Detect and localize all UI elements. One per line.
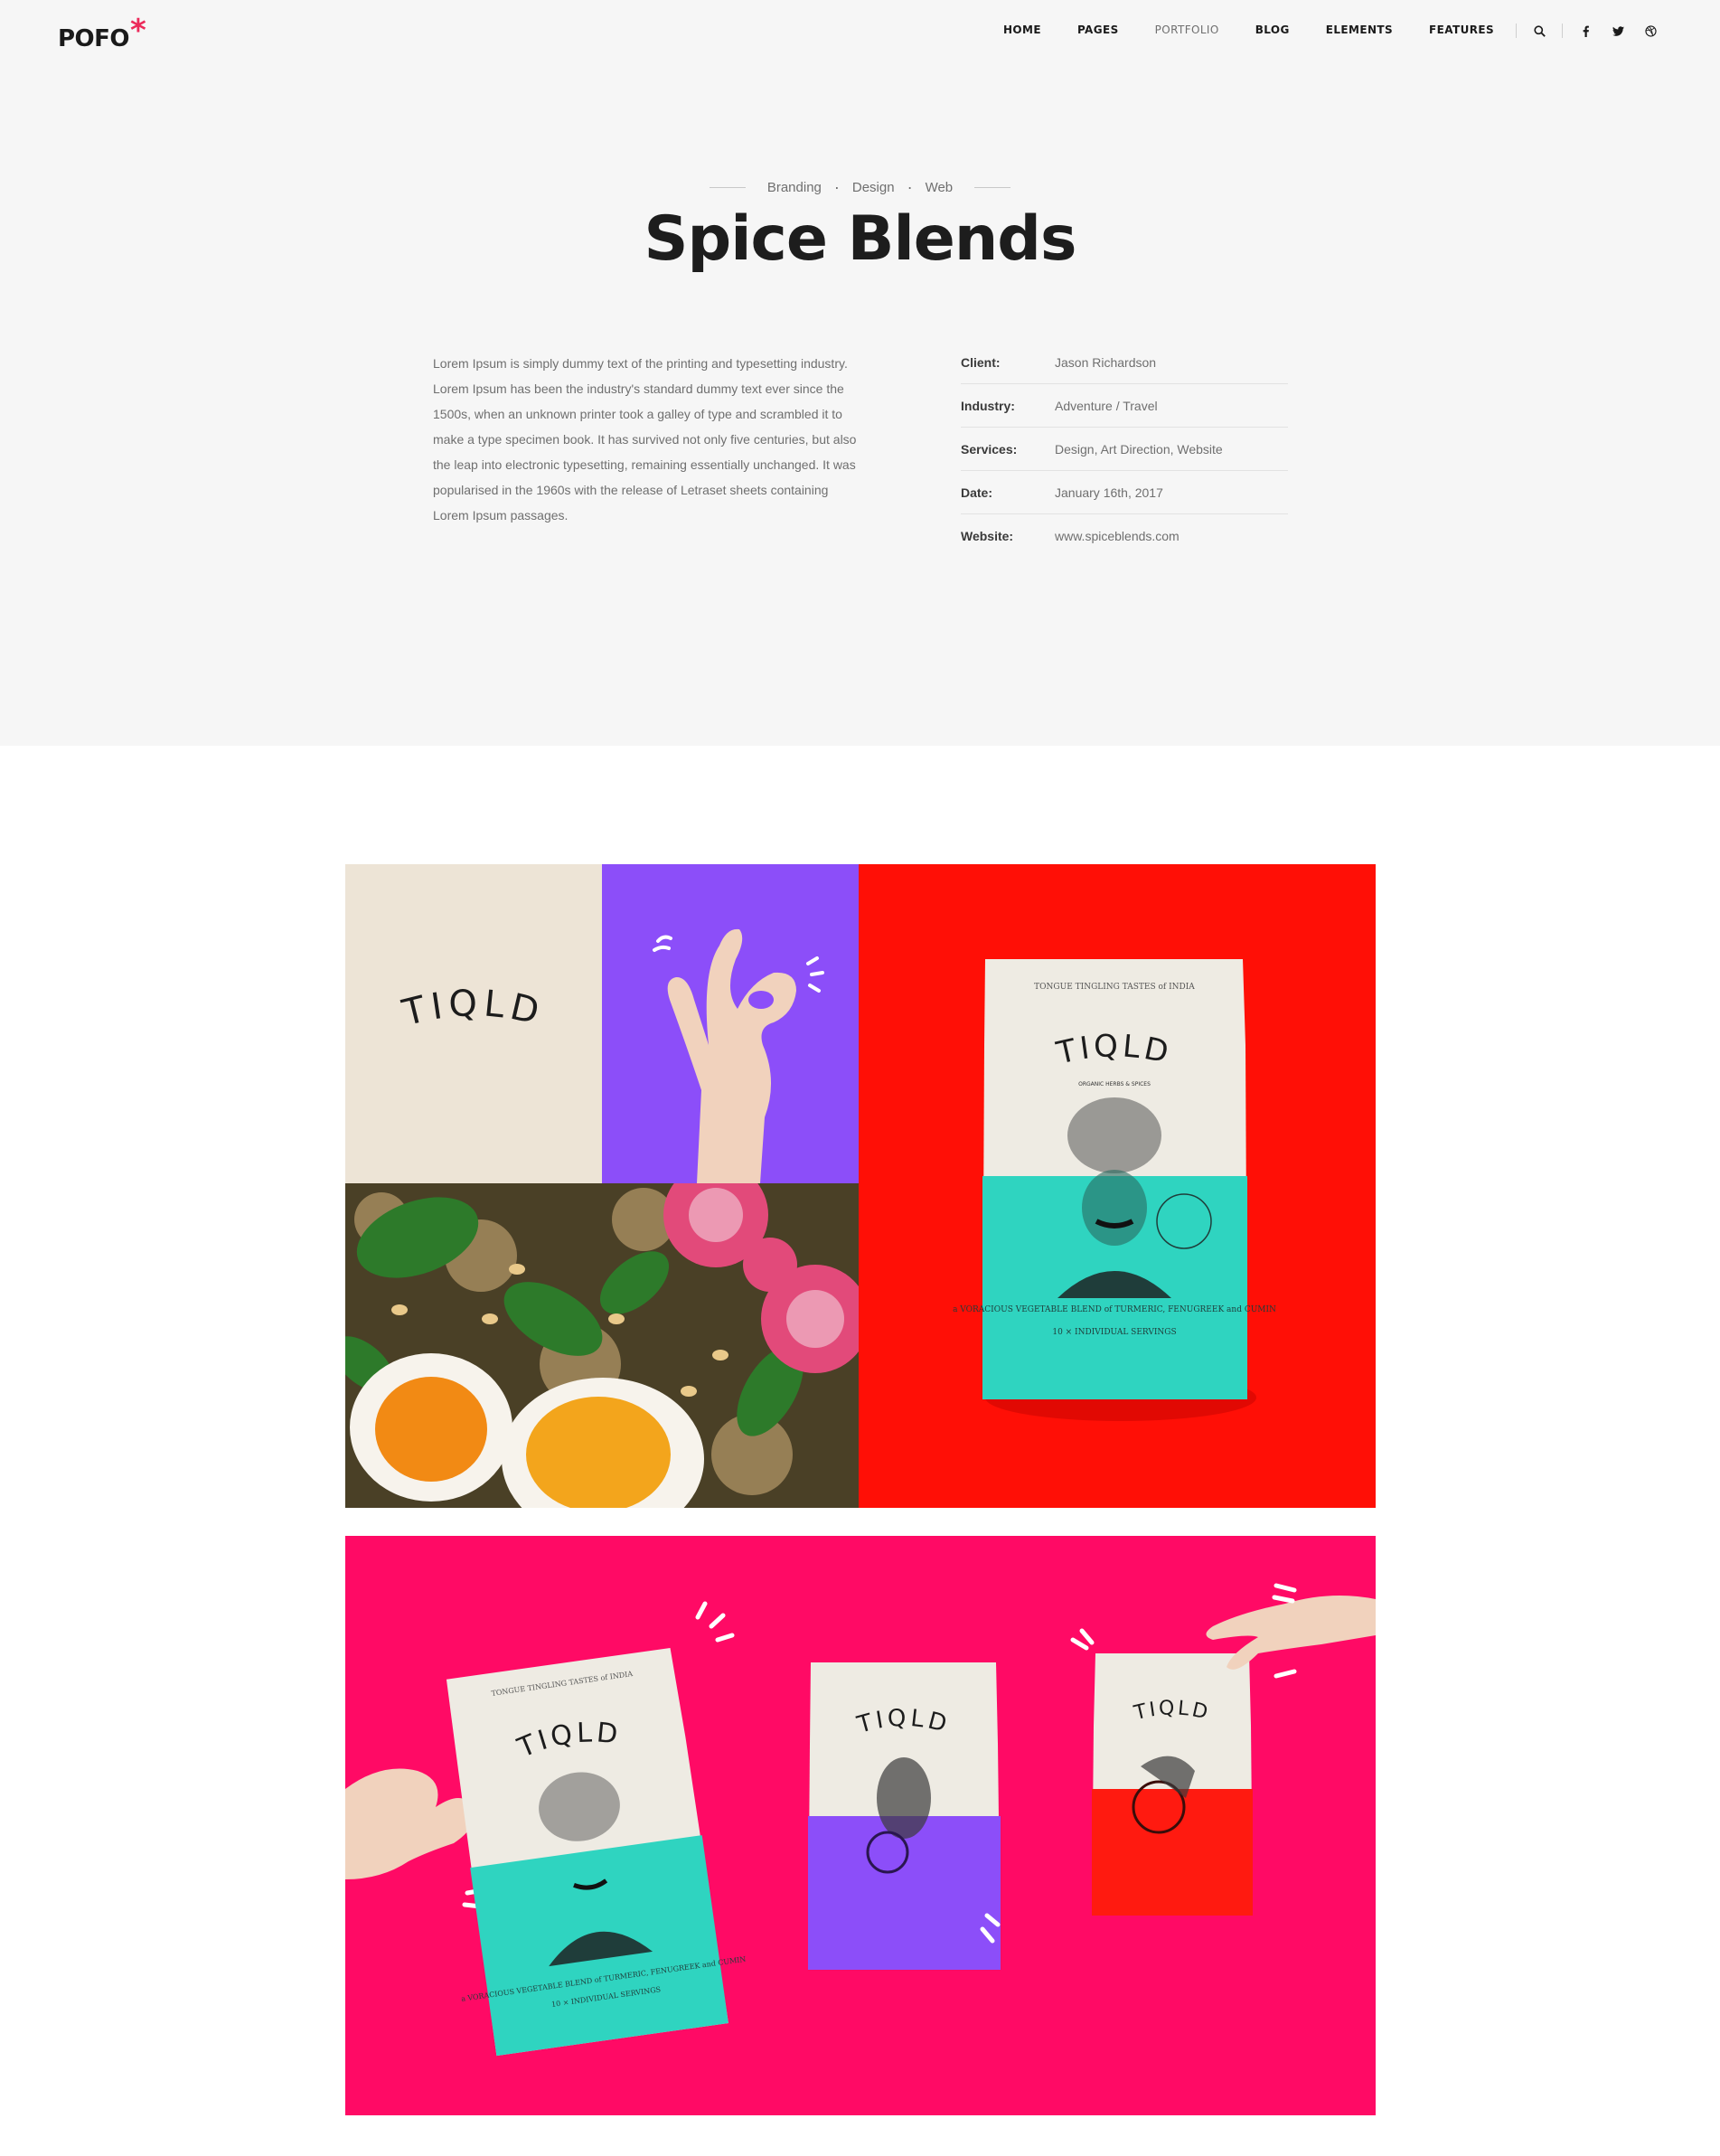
detail-label: Website: [961, 529, 1014, 543]
project-details: Client: Jason Richardson Industry: Adven… [961, 341, 1288, 558]
svg-text:TIQLD: TIQLD [398, 983, 548, 1034]
pack-description: a VORACIOUS VEGETABLE BLEND of TURMERIC,… [953, 1305, 1276, 1314]
page-title: Spice Blends [644, 203, 1077, 275]
detail-label: Client: [961, 354, 1001, 370]
dribbble-icon[interactable] [1642, 23, 1659, 39]
search-icon[interactable] [1531, 23, 1547, 39]
logo-asterisk: * [130, 13, 146, 49]
divider [1562, 24, 1563, 38]
detail-row-industry: Industry: Adventure / Travel [961, 384, 1288, 428]
ok-hand-illustration [653, 928, 824, 1183]
nav-portfolio[interactable]: PORTFOLIO [1155, 24, 1219, 36]
detail-row-website: Website: www.spiceblends.com [961, 514, 1288, 558]
divider [1516, 24, 1517, 38]
tiqld-logo-text: TIQLD [398, 983, 542, 1034]
salad-photo [345, 1183, 859, 1508]
category-list: Branding · Design · Web [0, 179, 1720, 195]
pack-tagline: TONGUE TINGLING TASTES of INDIA [1034, 983, 1195, 992]
detail-row-date: Date: January 16th, 2017 [961, 471, 1288, 514]
detail-value: Adventure / Travel [1055, 398, 1158, 413]
pack-subline: ORGANIC HERBS & SPICES [1078, 1081, 1151, 1087]
detail-row-services: Services: Design, Art Direction, Website [961, 428, 1288, 471]
detail-value: January 16th, 2017 [1055, 485, 1163, 500]
logo[interactable]: POFO* [58, 13, 146, 54]
detail-label: Industry: [961, 398, 1015, 413]
spice-packs-trio: TONGUE TINGLING TASTES of INDIA TIQLD a … [345, 1583, 1376, 2057]
pack-servings: 10 × INDIVIDUAL SERVINGS [1052, 1328, 1176, 1337]
category-branding[interactable]: Branding [767, 180, 822, 195]
nav-pages[interactable]: PAGES [1077, 24, 1119, 36]
twitter-icon[interactable] [1610, 23, 1626, 39]
project-description: Lorem Ipsum is simply dummy text of the … [433, 356, 857, 523]
nav-home[interactable]: HOME [1003, 24, 1041, 36]
gallery-pack-tile[interactable]: TONGUE TINGLING TASTES of INDIA TIQLD OR… [859, 864, 1376, 1508]
nav-blog[interactable]: BLOG [1255, 24, 1290, 36]
nav-elements[interactable]: ELEMENTS [1326, 24, 1393, 36]
gallery-logo-tile[interactable]: TIQLD [345, 864, 602, 1183]
facebook-icon[interactable] [1577, 23, 1593, 39]
nav-features[interactable]: FEATURES [1429, 24, 1494, 36]
detail-value: Jason Richardson [1055, 354, 1157, 370]
category-separator: · [907, 178, 913, 196]
header-icons [1501, 18, 1659, 43]
category-line-left [709, 186, 746, 188]
gallery-food-tile[interactable] [345, 1183, 859, 1508]
category-web[interactable]: Web [926, 180, 954, 195]
detail-value: Design, Art Direction, Website [1055, 441, 1223, 457]
category-design[interactable]: Design [852, 180, 895, 195]
category-line-right [974, 186, 1011, 188]
gallery-hand-tile[interactable] [602, 864, 859, 1183]
hero-section: POFO* HOME PAGES PORTFOLIO BLOG ELEMENTS… [0, 0, 1720, 746]
detail-value[interactable]: www.spiceblends.com [1055, 529, 1180, 543]
main-nav: HOME PAGES PORTFOLIO BLOG ELEMENTS FEATU… [967, 24, 1494, 36]
detail-label: Date: [961, 485, 993, 500]
detail-row-client: Client: Jason Richardson [961, 341, 1288, 384]
gallery-banner[interactable]: TONGUE TINGLING TASTES of INDIA TIQLD a … [345, 1536, 1376, 2115]
gallery-grid: TIQLD TONGUE TINGLING TASTES of INDIA TI… [345, 864, 1376, 1508]
spice-pack-red: TONGUE TINGLING TASTES of INDIA TIQLD OR… [953, 959, 1276, 1421]
detail-label: Services: [961, 441, 1018, 457]
category-separator: · [833, 178, 840, 196]
